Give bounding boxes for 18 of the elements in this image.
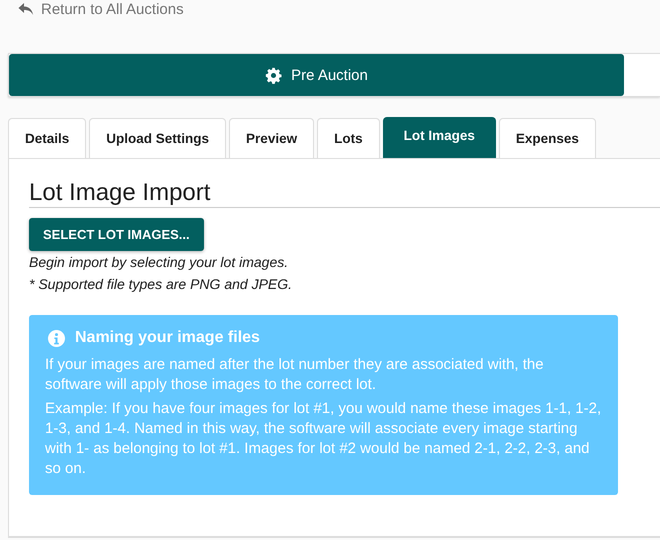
info-icon [48,330,65,346]
info-paragraph: If your images are named after the lot number they are associated with, the software will apply those images to the correct lot. [45,355,545,395]
info-title: Naming your image files [75,329,260,347]
reply-arrow-icon [18,2,34,16]
tab[interactable]: Expenses [498,118,596,158]
select-images-button[interactable]: SELECT LOT IMAGES... [29,218,204,251]
gear-icon [265,66,282,84]
tab[interactable]: Upload Settings [89,118,226,158]
tab[interactable]: Details [8,118,86,158]
tab[interactable]: Lots [317,118,380,158]
section-heading: Lot Image Import [29,179,660,208]
info-paragraph: Example: If you have four images for lot #1, you would name these images 1-1, 1-2, 1-3, and 1-4. Named in this way, the software will associate every image starting with 1- as belonging to lot #1. Images for lot #2 would be named 2-1, 2-2, 2-3, and so on. [45,399,602,479]
pre-auction-button[interactable]: Pre Auction [9,54,624,96]
hint-text: Begin import by selecting your lot images. [29,253,290,272]
hint-text: * Supported file types are PNG and JPEG. [29,275,294,294]
tab[interactable]: Preview [229,118,314,158]
tab[interactable]: Lot Images [382,117,496,158]
return-link[interactable]: Return to All Auctions [41,0,184,18]
